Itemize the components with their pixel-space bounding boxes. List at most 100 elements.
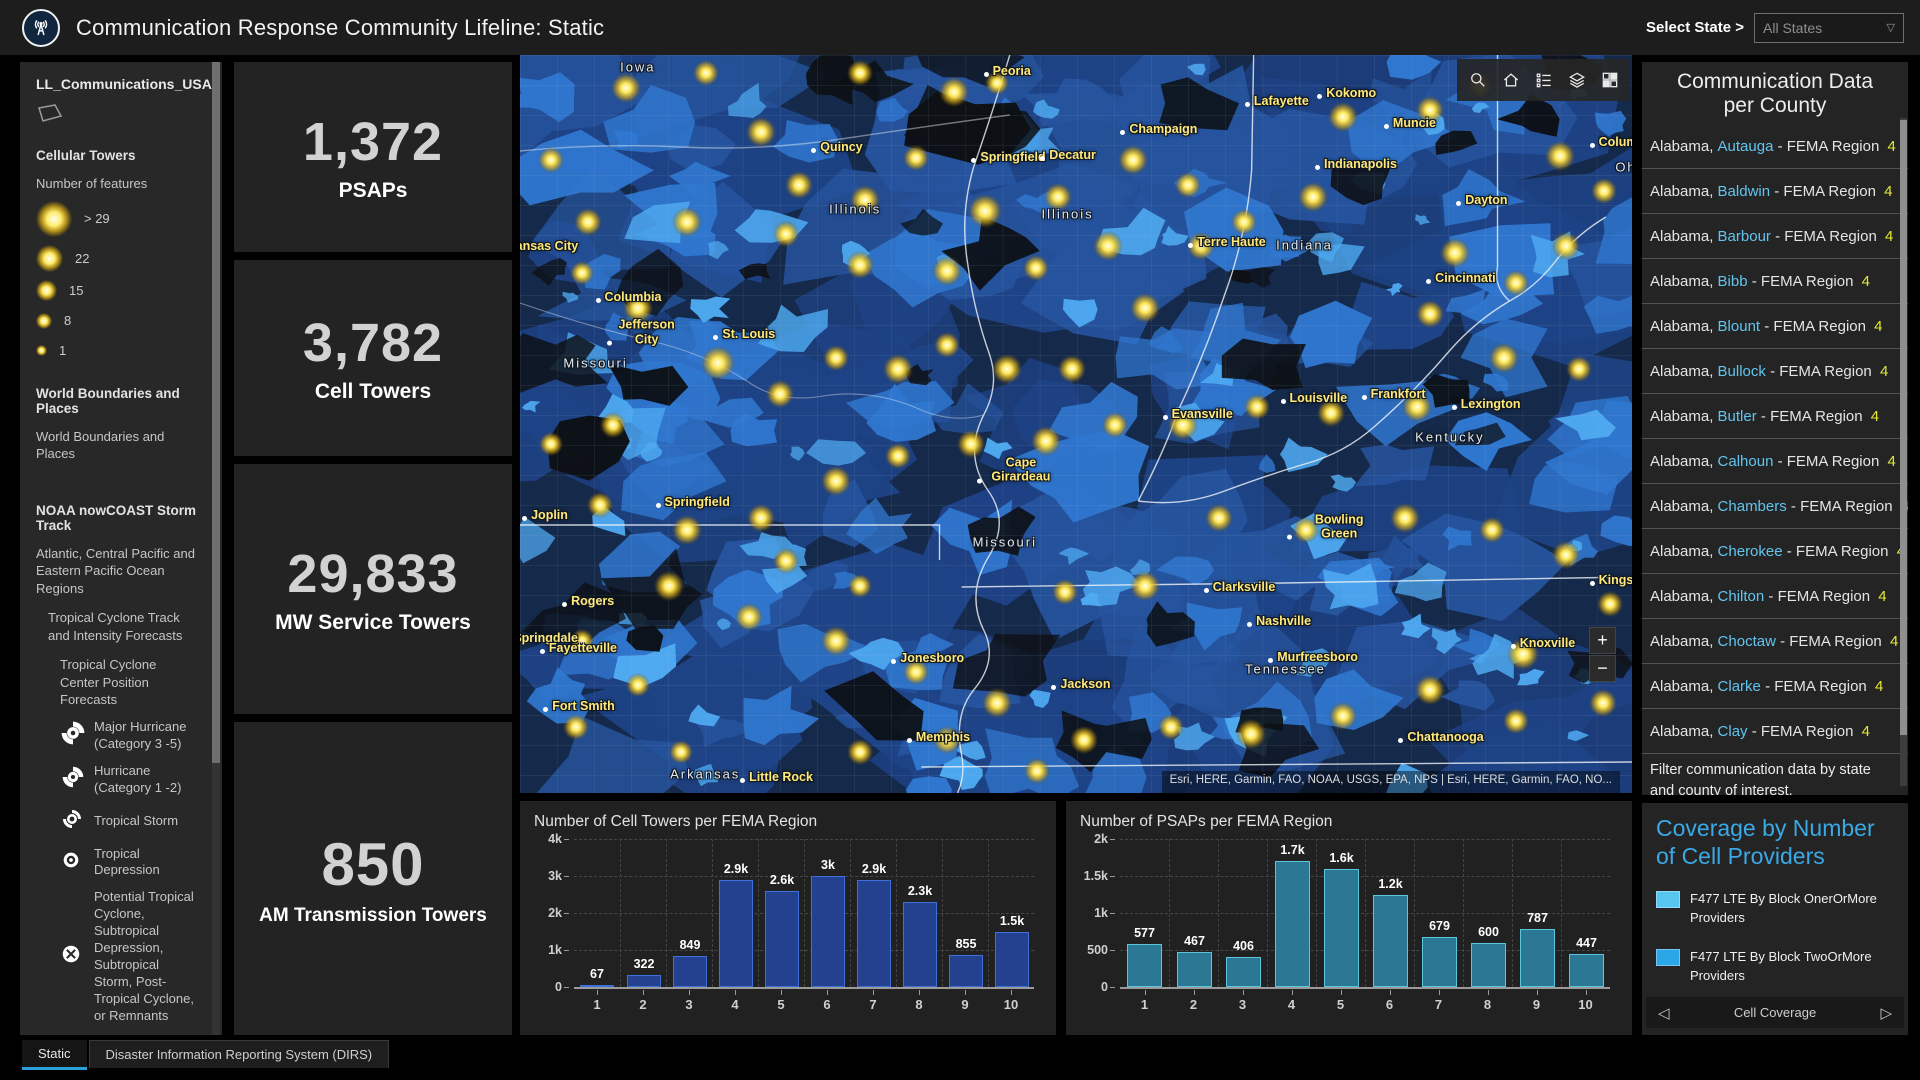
bar-region-8[interactable] xyxy=(1471,943,1506,987)
tab-static[interactable]: Static xyxy=(22,1040,87,1070)
cell-tower-glow xyxy=(821,466,851,496)
storm-legend: Major Hurricane (Category 3 -5)Hurricane… xyxy=(36,719,196,1024)
bar-region-8[interactable] xyxy=(903,902,936,987)
bar-region-4[interactable] xyxy=(1275,861,1310,987)
cell-tower-glow xyxy=(1566,356,1592,382)
bar-region-1[interactable] xyxy=(580,985,613,987)
map-label-state: Missouri xyxy=(563,356,627,371)
bar-region-2[interactable] xyxy=(627,975,660,987)
sidebar-scroll-thumb[interactable] xyxy=(212,62,220,763)
bar-region-5[interactable] xyxy=(765,891,798,987)
search-icon[interactable] xyxy=(1461,59,1494,101)
zoom-out-button[interactable]: − xyxy=(1589,655,1616,682)
bar-region-9[interactable] xyxy=(949,955,982,987)
cell-tower-glow xyxy=(563,714,589,740)
basemap-icon[interactable] xyxy=(1593,59,1626,101)
bar-region-3[interactable] xyxy=(673,956,706,987)
cell-tower-glow xyxy=(1503,270,1529,296)
bar-region-6[interactable] xyxy=(1373,895,1408,988)
county-row[interactable]: Alabama, Chambers - FEMA Region 4 xyxy=(1642,484,1908,529)
coverage-pager: ◁ Cell Coverage ▷ xyxy=(1646,997,1904,1028)
bar-region-6[interactable] xyxy=(811,876,844,987)
glow-dot-icon xyxy=(36,245,63,272)
county-row[interactable]: Alabama, Cherokee - FEMA Region 4 xyxy=(1642,529,1908,574)
cell-tower-glow xyxy=(587,492,613,518)
prev-arrow-icon[interactable]: ◁ xyxy=(1646,1004,1682,1022)
map-label-city: Memphis xyxy=(916,730,970,744)
cell-tower-glow xyxy=(968,194,1002,228)
plot-area: 673228492.9k2.6k3k2.9k2.3k8551.5k xyxy=(574,839,1034,989)
county-scroll-thumb[interactable] xyxy=(1900,120,1907,735)
map-label-city: Dayton xyxy=(1465,193,1507,207)
map-label-city: Terre Haute xyxy=(1197,235,1266,249)
cell-tower-glow xyxy=(672,515,702,545)
tab-dirs[interactable]: Disaster Information Reporting System (D… xyxy=(89,1040,390,1068)
cell-tower-glow xyxy=(846,251,874,279)
coverage-panel: Coverage by Number of Cell Providers F47… xyxy=(1642,803,1908,1035)
map-label-city: Springfield xyxy=(665,495,730,509)
bar-region-9[interactable] xyxy=(1520,929,1555,987)
map-label-state: Indiana xyxy=(1276,237,1333,252)
bar-region-7[interactable] xyxy=(857,880,890,987)
bar-region-3[interactable] xyxy=(1226,957,1261,987)
cell-tower-glow xyxy=(1130,571,1160,601)
map-label-city: Peoria xyxy=(993,64,1031,78)
bar-region-5[interactable] xyxy=(1324,869,1359,987)
sidebar-scrollbar[interactable] xyxy=(212,62,220,1035)
select-state-label: Select State > xyxy=(1646,19,1744,36)
stat-value: 29,833 xyxy=(287,543,458,605)
bar-region-4[interactable] xyxy=(719,880,752,987)
map-label-state: Illinois xyxy=(1042,206,1094,221)
next-arrow-icon[interactable]: ▷ xyxy=(1868,1004,1904,1022)
map-label-city: Kokomo xyxy=(1326,86,1376,100)
cell-tower-glow xyxy=(611,73,641,103)
legend-icon[interactable] xyxy=(1527,59,1560,101)
cell-tower-glow xyxy=(1031,426,1061,456)
cellular-towers-heading: Cellular Towers xyxy=(36,148,196,163)
cell-tower-glow xyxy=(1479,517,1505,543)
map[interactable]: IowaPeoriaKokomoLafayetteMuncieChampaign… xyxy=(520,55,1632,793)
cell-tower-glow xyxy=(747,504,775,532)
zoom-in-button[interactable]: + xyxy=(1589,627,1616,654)
county-row[interactable]: Alabama, Bibb - FEMA Region 4 xyxy=(1642,259,1908,304)
state-dropdown[interactable]: All States ▽ xyxy=(1754,13,1904,43)
cell-tower-glow xyxy=(626,673,650,697)
legend-sidebar: LL_Communications_USA Cellular Towers Nu… xyxy=(20,62,222,1035)
bar-region-1[interactable] xyxy=(1127,944,1162,987)
county-row[interactable]: Alabama, Calhoun - FEMA Region 4 xyxy=(1642,439,1908,484)
county-row[interactable]: Alabama, Clay - FEMA Region 4 xyxy=(1642,709,1908,754)
county-data-panel: Communication Data per County Alabama, A… xyxy=(1642,62,1908,795)
cell-tower-glow xyxy=(847,60,873,86)
stat-value: 1,372 xyxy=(303,111,443,173)
county-row[interactable]: Alabama, Bullock - FEMA Region 4 xyxy=(1642,349,1908,394)
cell-tower-glow xyxy=(701,346,735,380)
county-row[interactable]: Alabama, Butler - FEMA Region 4 xyxy=(1642,394,1908,439)
county-row[interactable]: Alabama, Blount - FEMA Region 4 xyxy=(1642,304,1908,349)
county-row[interactable]: Alabama, Choctaw - FEMA Region 4 xyxy=(1642,619,1908,664)
map-label-city: Rogers xyxy=(571,594,614,608)
bar-region-2[interactable] xyxy=(1177,952,1212,987)
bar-region-10[interactable] xyxy=(1569,954,1604,987)
cell-tower-glow xyxy=(539,432,563,456)
cell-tower-glow xyxy=(735,603,763,631)
center-position-group: Tropical Cyclone Center Position Forecas… xyxy=(36,656,196,709)
bar-region-7[interactable] xyxy=(1422,937,1457,987)
home-icon[interactable] xyxy=(1494,59,1527,101)
cell-tower-glow xyxy=(1552,232,1580,260)
cell-tower-glow xyxy=(669,740,693,764)
map-label-city: Cincinnati xyxy=(1435,271,1495,285)
county-row[interactable]: Alabama, Chilton - FEMA Region 4 xyxy=(1642,574,1908,619)
map-label-city: Clarksville xyxy=(1213,580,1276,594)
map-label-city: Decatur xyxy=(1049,148,1096,162)
county-row[interactable]: Alabama, Barbour - FEMA Region 4 xyxy=(1642,214,1908,259)
county-row[interactable]: Alabama, Autauga - FEMA Region 4 xyxy=(1642,124,1908,169)
bar-region-10[interactable] xyxy=(995,932,1028,988)
county-row[interactable]: Alabama, Clarke - FEMA Region 4 xyxy=(1642,664,1908,709)
cell-tower-glow xyxy=(1416,300,1444,328)
stat-label: Cell Towers xyxy=(303,380,443,404)
dashboard-root: Communication Response Community Lifelin… xyxy=(0,0,1920,1080)
county-scrollbar[interactable] xyxy=(1900,118,1907,786)
county-row[interactable]: Alabama, Baldwin - FEMA Region 4 xyxy=(1642,169,1908,214)
layers-icon[interactable] xyxy=(1560,59,1593,101)
broadcast-tower-icon xyxy=(22,9,60,47)
